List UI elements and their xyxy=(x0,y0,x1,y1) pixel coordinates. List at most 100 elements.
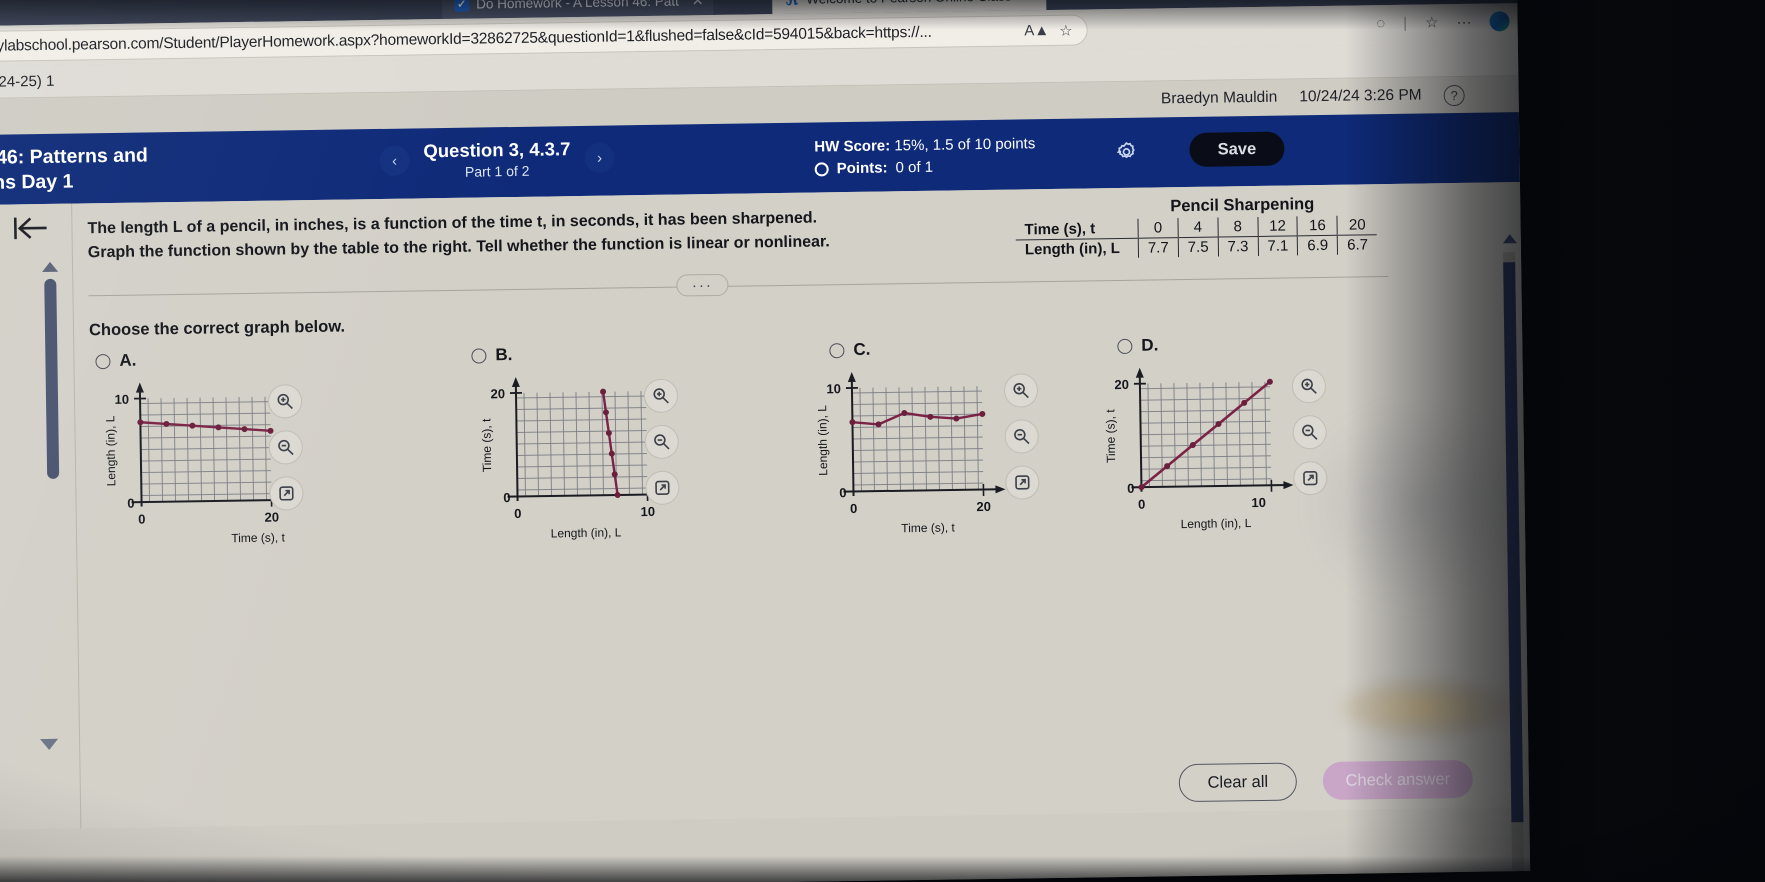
save-button[interactable]: Save xyxy=(1189,131,1285,167)
question-part: Part 1 of 2 xyxy=(464,162,530,180)
open-in-new-icon[interactable] xyxy=(269,476,304,511)
svg-text:Length (in), L: Length (in), L xyxy=(103,415,118,486)
hw-score-value: 15%, 1.5 of 10 points xyxy=(894,135,1036,155)
choice-b-header[interactable]: B. xyxy=(471,343,681,366)
answer-choices: A. 10 0 0 20 Time (s), t Length (in), L … xyxy=(0,330,1526,583)
radio-b[interactable] xyxy=(471,347,487,364)
hw-score-row: HW Score: 15%, 1.5 of 10 points xyxy=(814,133,1035,158)
zoom-in-icon[interactable] xyxy=(1003,373,1039,408)
time-cell: 12 xyxy=(1257,216,1298,237)
settings-more-icon[interactable]: ··· xyxy=(1456,13,1471,30)
new-tab-button[interactable]: + xyxy=(1062,0,1075,6)
zoom-out-icon[interactable] xyxy=(1292,414,1327,450)
close-icon[interactable]: ✕ xyxy=(1024,0,1036,4)
svg-text:0: 0 xyxy=(514,506,521,521)
tab-title: Do Homework - A Lesson 46: Patt xyxy=(476,0,679,12)
length-cell: 7.3 xyxy=(1217,236,1259,257)
open-in-new-icon[interactable] xyxy=(1005,465,1040,500)
svg-text:0: 0 xyxy=(839,485,846,500)
question-number: Question 3, 4.3.7 xyxy=(423,138,571,162)
open-in-new-icon[interactable] xyxy=(645,470,680,506)
svg-text:0: 0 xyxy=(850,501,857,516)
choose-instruction: Choose the correct graph below. xyxy=(88,317,346,340)
points-status-icon xyxy=(814,162,829,177)
homework-page: Braedyn Mauldin 10/24/24 3:26 PM ? Lesso… xyxy=(0,76,1531,882)
time-cell: 16 xyxy=(1297,215,1338,236)
section-divider xyxy=(88,276,1389,297)
points-row: Points: 0 of 1 xyxy=(814,155,1036,180)
time-cell: 20 xyxy=(1337,215,1377,236)
choice-a[interactable]: A. 10 0 0 20 Time (s), t Length (in), L xyxy=(95,348,308,566)
back-to-start-icon[interactable] xyxy=(11,214,50,251)
svg-text:Length (in), L: Length (in), L xyxy=(1181,516,1252,531)
radio-a[interactable] xyxy=(95,353,111,369)
choice-c-graph: 10 0 0 20 Time (s), t Length (in), L xyxy=(808,368,1040,556)
svg-text:Time (s), t: Time (s), t xyxy=(231,530,285,545)
zoom-in-icon[interactable] xyxy=(1291,368,1327,404)
svg-text:0: 0 xyxy=(1138,497,1145,512)
open-in-new-icon[interactable] xyxy=(1293,460,1328,496)
timestamp: 10/24/24 3:26 PM xyxy=(1299,86,1422,106)
svg-text:0: 0 xyxy=(138,511,145,526)
question-prompt: The length L of a pencil, in inches, is … xyxy=(87,209,830,262)
zoom-out-icon[interactable] xyxy=(268,430,304,465)
choice-b-letter: B. xyxy=(495,345,513,365)
choice-d[interactable]: D. 20 0 0 10 Length (in), L Time (s), t xyxy=(1103,333,1328,551)
zoom-out-icon[interactable] xyxy=(644,424,679,460)
choice-c-header[interactable]: C. xyxy=(829,338,1017,361)
row-label-length: Length (in), L xyxy=(1024,240,1121,259)
svg-text:Time (s), t: Time (s), t xyxy=(479,418,494,472)
next-question-button[interactable]: › xyxy=(584,142,615,173)
gear-icon[interactable] xyxy=(1114,140,1138,164)
svg-text:10: 10 xyxy=(640,504,655,519)
radio-c[interactable] xyxy=(829,342,845,358)
shield-icon: ✓ xyxy=(454,0,470,12)
choice-b-graph: 20 0 0 10 Length (in), L Time (s), t xyxy=(472,373,685,561)
help-icon[interactable]: ? xyxy=(1443,84,1465,106)
graph-d-svg: 20 0 0 10 Length (in), L Time (s), t xyxy=(1103,367,1294,531)
length-cell: 7.7 xyxy=(1138,237,1179,258)
choice-c[interactable]: C. 10 0 0 20 Time (s), t Length (in), L xyxy=(815,338,1040,556)
svg-text:10: 10 xyxy=(1251,495,1266,510)
zoom-in-icon[interactable] xyxy=(643,378,679,414)
previous-question-button[interactable]: ‹ xyxy=(379,145,410,176)
graph-c-svg: 10 0 0 20 Time (s), t Length (in), L xyxy=(815,371,1006,535)
svg-text:20: 20 xyxy=(490,386,505,401)
choice-b[interactable]: B. 20 0 0 10 Length (in), L Time (s), t xyxy=(471,343,684,561)
collections-icon[interactable]: ◌ xyxy=(1376,15,1385,32)
length-cell: 6.7 xyxy=(1337,234,1378,255)
question-navigation: ‹ Question 3, 4.3.7 Part 1 of 2 › xyxy=(379,137,615,180)
svg-text:10: 10 xyxy=(114,392,129,407)
close-icon[interactable]: ✕ xyxy=(692,0,704,9)
data-table: Time (s), t 0 4 8 12 16 20 Length (in), … xyxy=(1015,215,1378,259)
zoom-in-icon[interactable] xyxy=(267,384,303,419)
scroll-down-arrow[interactable] xyxy=(40,738,59,751)
choice-d-letter: D. xyxy=(1141,335,1159,355)
length-cell: 7.1 xyxy=(1257,235,1298,256)
read-aloud-icon[interactable]: A▲ xyxy=(1024,22,1049,39)
choice-d-header[interactable]: D. xyxy=(1117,333,1305,356)
question-content: The length L of a pencil, in inches, is … xyxy=(0,182,1530,882)
radio-d[interactable] xyxy=(1117,338,1133,354)
more-options-button[interactable]: ··· xyxy=(676,273,729,297)
favorite-star-icon[interactable]: ☆ xyxy=(1059,21,1073,39)
page-scroll-up-arrow[interactable] xyxy=(1502,234,1517,244)
pencil-sharpening-table: Pencil Sharpening Time (s), t 0 4 8 12 1… xyxy=(1015,194,1396,260)
choice-a-header[interactable]: A. xyxy=(95,348,305,371)
row-label-time: Time (s), t xyxy=(1015,218,1139,241)
clear-all-button[interactable]: Clear all xyxy=(1178,762,1298,803)
check-answer-button[interactable]: Check answer xyxy=(1322,759,1474,801)
bookmark-item[interactable]: CA (24-25) 1 xyxy=(0,72,54,90)
tab-title: Welcome to Pearson Online Class xyxy=(806,0,1012,7)
time-cell: 8 xyxy=(1217,216,1258,238)
svg-text:20: 20 xyxy=(976,499,991,514)
graph-b-tools xyxy=(643,378,680,506)
svg-text:0: 0 xyxy=(1127,481,1134,496)
scroll-up-arrow[interactable] xyxy=(41,261,59,272)
choice-a-letter: A. xyxy=(119,350,137,370)
points-value: 0 of 1 xyxy=(895,158,934,177)
hw-score-label: HW Score: xyxy=(814,137,891,156)
favorites-bar-icon[interactable]: ☆ xyxy=(1425,13,1439,31)
edge-logo-icon[interactable] xyxy=(1489,11,1510,32)
zoom-out-icon[interactable] xyxy=(1004,419,1039,454)
